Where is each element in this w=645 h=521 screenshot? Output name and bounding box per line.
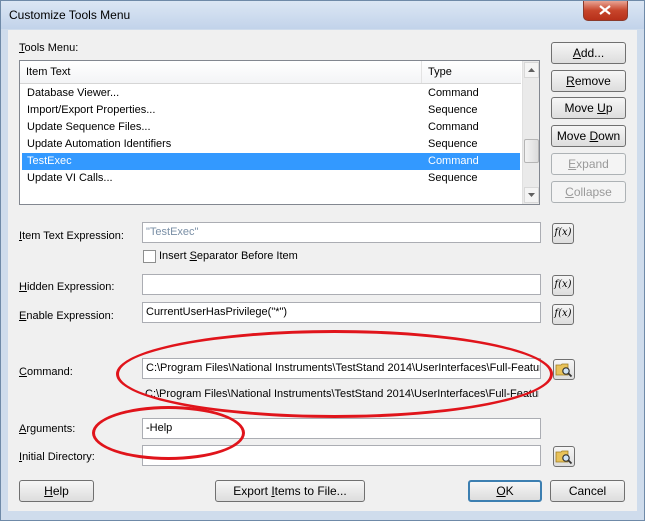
command-browse-button[interactable] (553, 359, 575, 380)
chevron-down-icon (528, 193, 535, 197)
scroll-down-button[interactable] (524, 187, 539, 203)
scroll-thumb[interactable] (524, 139, 539, 163)
list-item[interactable]: Update Automation Identifiers Sequence (22, 136, 520, 153)
column-divider[interactable] (421, 61, 422, 83)
column-header-type[interactable]: Type (428, 66, 452, 78)
enable-expression-fx-button[interactable]: f(x) (552, 304, 574, 325)
window-title: Customize Tools Menu (9, 8, 131, 22)
ok-button[interactable]: OK (468, 480, 542, 502)
column-header-item-text[interactable]: Item Text (26, 66, 70, 78)
move-up-button[interactable]: Move Up (551, 97, 626, 119)
item-text-expression-fx-button[interactable]: f(x) (552, 223, 574, 244)
list-scrollbar[interactable] (522, 61, 539, 204)
move-down-button[interactable]: Move Down (551, 125, 626, 147)
folder-search-icon (555, 363, 573, 378)
enable-expression-field[interactable]: CurrentUserHasPrivilege("*") (142, 302, 541, 323)
scroll-up-button[interactable] (524, 62, 539, 78)
annotation-ellipse-command (116, 330, 553, 418)
arguments-label: Arguments: (19, 423, 76, 435)
hidden-expression-fx-button[interactable]: f(x) (552, 275, 574, 296)
tools-menu-list[interactable]: Item Text Type Database Viewer... Command… (19, 60, 540, 205)
initial-directory-label: Initial Directory: (19, 451, 95, 463)
insert-separator-checkbox[interactable] (143, 250, 156, 263)
close-button[interactable] (583, 1, 628, 21)
list-item[interactable]: Database Viewer... Command (22, 85, 520, 102)
folder-search-icon (555, 450, 573, 465)
enable-expression-label: Enable Expression: (19, 310, 114, 322)
hidden-expression-label: Hidden Expression: (19, 281, 115, 293)
export-items-button[interactable]: Export Items to File... (215, 480, 365, 502)
close-x-icon (599, 5, 611, 15)
add-button[interactable]: Add... (551, 42, 626, 64)
collapse-button[interactable]: Collapse (551, 181, 626, 203)
item-text-expression-label: Item Text Expression: (19, 230, 124, 242)
list-item-selected[interactable]: TestExec Command (22, 153, 520, 170)
expand-button[interactable]: Expand (551, 153, 626, 175)
remove-button[interactable]: Remove (551, 70, 626, 92)
title-bar[interactable]: Customize Tools Menu (1, 1, 644, 29)
list-header: Item Text Type (20, 61, 521, 84)
help-button[interactable]: Help (19, 480, 94, 502)
list-item[interactable]: Import/Export Properties... Sequence (22, 102, 520, 119)
hidden-expression-field[interactable] (142, 274, 541, 295)
item-text-expression-field[interactable]: "TestExec" (142, 222, 541, 243)
initial-directory-browse-button[interactable] (553, 446, 575, 467)
command-label: Command: (19, 366, 73, 378)
tools-menu-label: Tools Menu: (19, 42, 79, 54)
annotation-ellipse-arguments (92, 406, 245, 460)
list-item[interactable]: Update VI Calls... Sequence (22, 170, 520, 187)
list-item[interactable]: Update Sequence Files... Command (22, 119, 520, 136)
insert-separator-label[interactable]: Insert Separator Before Item (159, 250, 298, 262)
cancel-button[interactable]: Cancel (550, 480, 625, 502)
chevron-up-icon (528, 68, 535, 72)
